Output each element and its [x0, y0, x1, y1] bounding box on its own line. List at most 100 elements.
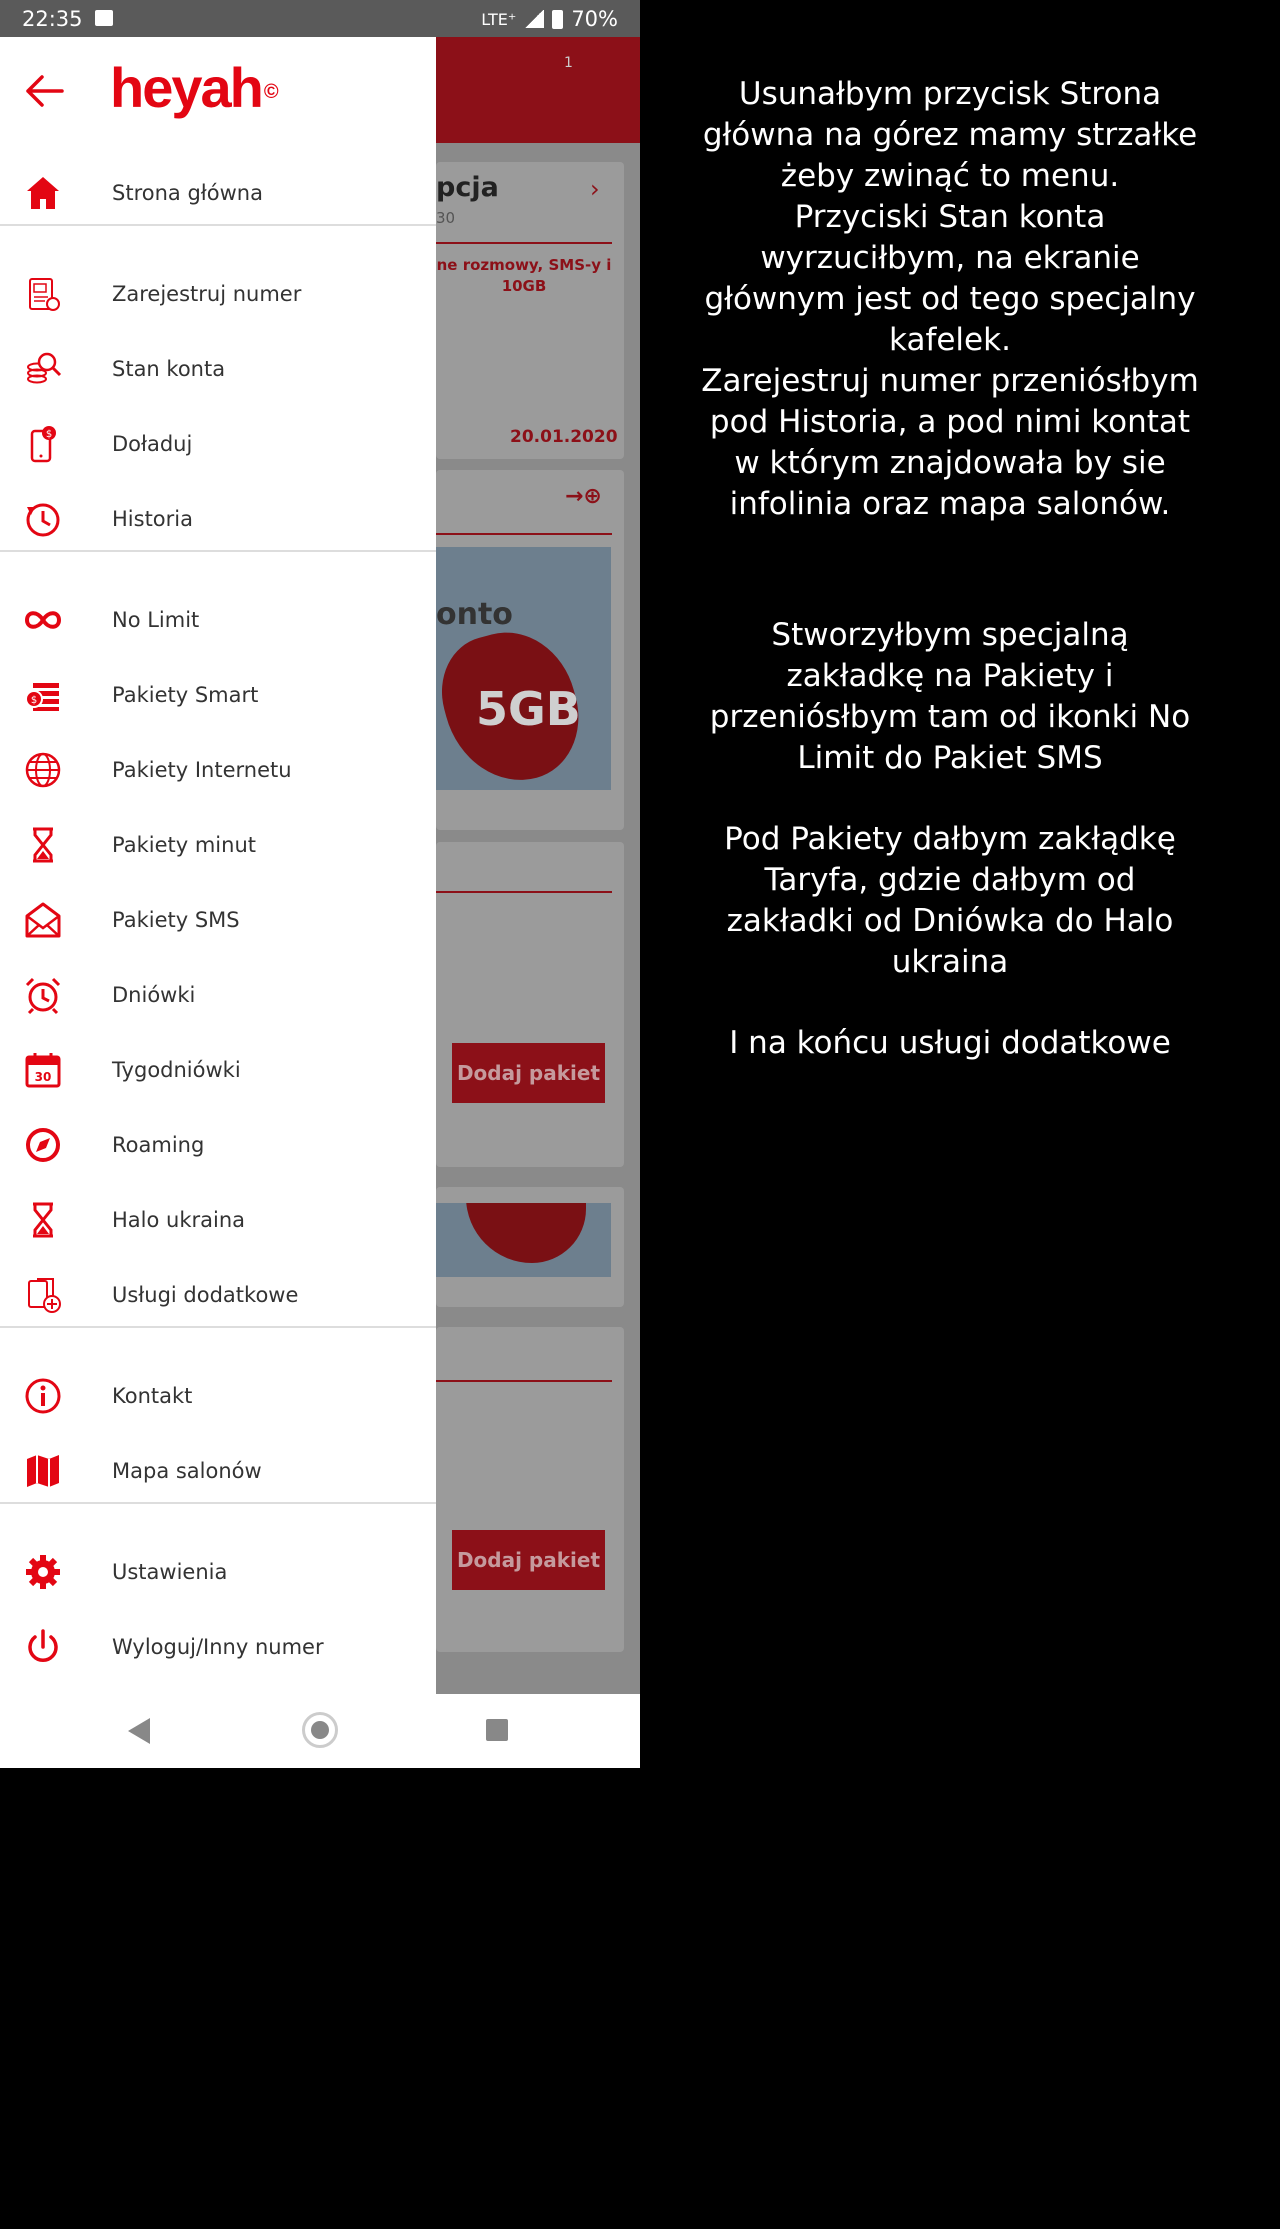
history-icon — [22, 498, 64, 540]
network-type: LTE⁺ — [481, 9, 517, 29]
package-divider-1 — [436, 891, 612, 893]
calendar-icon: 30 — [22, 1049, 64, 1091]
note-2: Stworzyłbym specjalną zakładkę na Pakiet… — [709, 617, 1191, 776]
alarm-clock-icon — [22, 974, 64, 1016]
menu-item-label: Halo ukraina — [112, 1207, 246, 1232]
offer-title: pcja — [436, 172, 499, 203]
coins-search-icon — [22, 348, 64, 390]
package-divider-2 — [436, 1380, 612, 1382]
menu-item-label: Pakiety Internetu — [112, 757, 292, 782]
menu-item-pakiety-internetu[interactable]: Pakiety Internetu — [0, 732, 436, 807]
offer-subtitle: 30 — [436, 209, 456, 227]
menu-separator — [0, 550, 436, 552]
extra-services-icon — [22, 1274, 64, 1316]
promo-divider — [436, 533, 612, 535]
menu-item-label: Ustawienia — [112, 1559, 228, 1584]
drawer-header: heyah © — [0, 37, 436, 143]
menu-item-doladuj[interactable]: $ Doładuj — [0, 406, 436, 481]
menu-item-dniowki[interactable]: Dniówki — [0, 957, 436, 1032]
sim-register-icon — [22, 273, 64, 315]
menu-item-strona-glowna[interactable]: Strona główna — [0, 155, 436, 230]
note-1: Usunałbym przycisk Strona główna na góre… — [701, 76, 1199, 522]
phone-screen: 22:35 LTE⁺ 70% 1 pcja 30 › ne rozmowy, S… — [0, 0, 640, 1768]
svg-text:30: 30 — [35, 1070, 52, 1084]
svg-text:$: $ — [31, 695, 37, 706]
menu-separator — [0, 1502, 436, 1504]
promo-banner-2 — [436, 1203, 611, 1277]
heyah-logo: heyah © — [110, 56, 279, 119]
background-header: 1 — [436, 37, 640, 143]
offer-card — [436, 162, 624, 459]
menu-item-no-limit[interactable]: No Limit — [0, 582, 436, 657]
menu-item-wyloguj-inny-numer[interactable]: Wyloguj/Inny numer — [0, 1609, 436, 1684]
menu-item-pakiety-sms[interactable]: Pakiety SMS — [0, 882, 436, 957]
menu-item-label: Wyloguj/Inny numer — [112, 1634, 324, 1659]
offer-divider — [436, 242, 612, 244]
phone-topup-icon: $ — [22, 423, 64, 465]
envelope-icon — [22, 899, 64, 941]
power-icon — [22, 1626, 64, 1668]
back-arrow-icon[interactable] — [22, 73, 66, 109]
status-time: 22:35 — [22, 7, 83, 31]
add-package-button-2[interactable]: Dodaj pakiet — [452, 1530, 605, 1590]
menu-item-label: No Limit — [112, 607, 200, 632]
navigation-drawer: heyah © Strona główna Zarejestruj numer Sta… — [0, 37, 436, 1694]
promo-hand-image-2 — [466, 1203, 586, 1263]
menu-item-label: Zarejestruj numer — [112, 281, 302, 306]
android-nav-bar — [0, 1694, 640, 1768]
menu-separator — [0, 224, 436, 226]
image-notification-icon — [95, 10, 113, 26]
promo-badge: 5GB — [476, 682, 581, 736]
nav-home-icon[interactable] — [302, 1712, 338, 1748]
map-icon — [22, 1450, 64, 1492]
menu-item-historia[interactable]: Historia — [0, 481, 436, 556]
menu-item-tygodniowki[interactable]: 30 Tygodniówki — [0, 1032, 436, 1107]
status-bar: 22:35 LTE⁺ 70% — [0, 0, 640, 37]
hourglass-icon — [22, 1199, 64, 1241]
battery-level: 70% — [571, 7, 618, 31]
battery-icon — [552, 9, 564, 29]
menu-item-label: Historia — [112, 506, 193, 531]
nav-recent-icon[interactable] — [486, 1719, 508, 1741]
menu-item-roaming[interactable]: Roaming — [0, 1107, 436, 1182]
offer-chevron-icon: › — [590, 175, 600, 203]
hourglass-icon — [22, 824, 64, 866]
promo-text: onto — [436, 597, 513, 632]
svg-text:$: $ — [46, 429, 52, 440]
promo-banner: onto 5GB — [436, 547, 611, 790]
menu-item-zarejestruj-numer[interactable]: Zarejestruj numer — [0, 256, 436, 331]
infinity-icon — [22, 599, 64, 641]
menu-item-uslugi-dodatkowe[interactable]: Usługi dodatkowe — [0, 1257, 436, 1332]
menu-item-label: Dniówki — [112, 982, 196, 1007]
menu-item-ustawienia[interactable]: Ustawienia — [0, 1534, 436, 1609]
gear-icon — [22, 1551, 64, 1593]
signal-icon — [524, 10, 545, 28]
menu-item-pakiety-smart[interactable]: $ Pakiety Smart — [0, 657, 436, 732]
menu-item-label: Strona główna — [112, 180, 263, 205]
compass-icon — [22, 1124, 64, 1166]
menu-separator — [0, 1326, 436, 1328]
menu-item-kontakt[interactable]: Kontakt — [0, 1358, 436, 1433]
mail-badge: 1 — [564, 55, 573, 71]
smart-package-icon: $ — [22, 674, 64, 716]
add-package-button-1[interactable]: Dodaj pakiet — [452, 1043, 605, 1103]
menu-item-label: Pakiety Smart — [112, 682, 259, 707]
menu-item-label: Usługi dodatkowe — [112, 1282, 299, 1307]
menu-item-halo-ukraina[interactable]: Halo ukraina — [0, 1182, 436, 1257]
menu-item-mapa-salonow[interactable]: Mapa salonów — [0, 1433, 436, 1508]
menu-item-label: Roaming — [112, 1132, 205, 1157]
globe-icon — [22, 749, 64, 791]
menu-item-label: Pakiety SMS — [112, 907, 240, 932]
globe-arrow-icon: →⊕ — [565, 484, 602, 509]
offer-description: ne rozmowy, SMS-y i 10GB — [436, 256, 612, 295]
menu-item-stan-konta[interactable]: Stan konta — [0, 331, 436, 406]
menu-item-pakiety-minut[interactable]: Pakiety minut — [0, 807, 436, 882]
note-3: Pod Pakiety dałbym zakłądkę Taryfa, gdzi… — [724, 821, 1176, 980]
menu-item-label: Kontakt — [112, 1383, 193, 1408]
nav-back-icon[interactable] — [128, 1718, 150, 1744]
menu-item-label: Stan konta — [112, 356, 226, 381]
menu-item-label: Mapa salonów — [112, 1458, 262, 1483]
offer-date: 20.01.2020 — [510, 427, 618, 447]
menu-item-label: Tygodniówki — [112, 1057, 241, 1082]
note-4: I na końcu usługi dodatkowe — [729, 1025, 1171, 1061]
